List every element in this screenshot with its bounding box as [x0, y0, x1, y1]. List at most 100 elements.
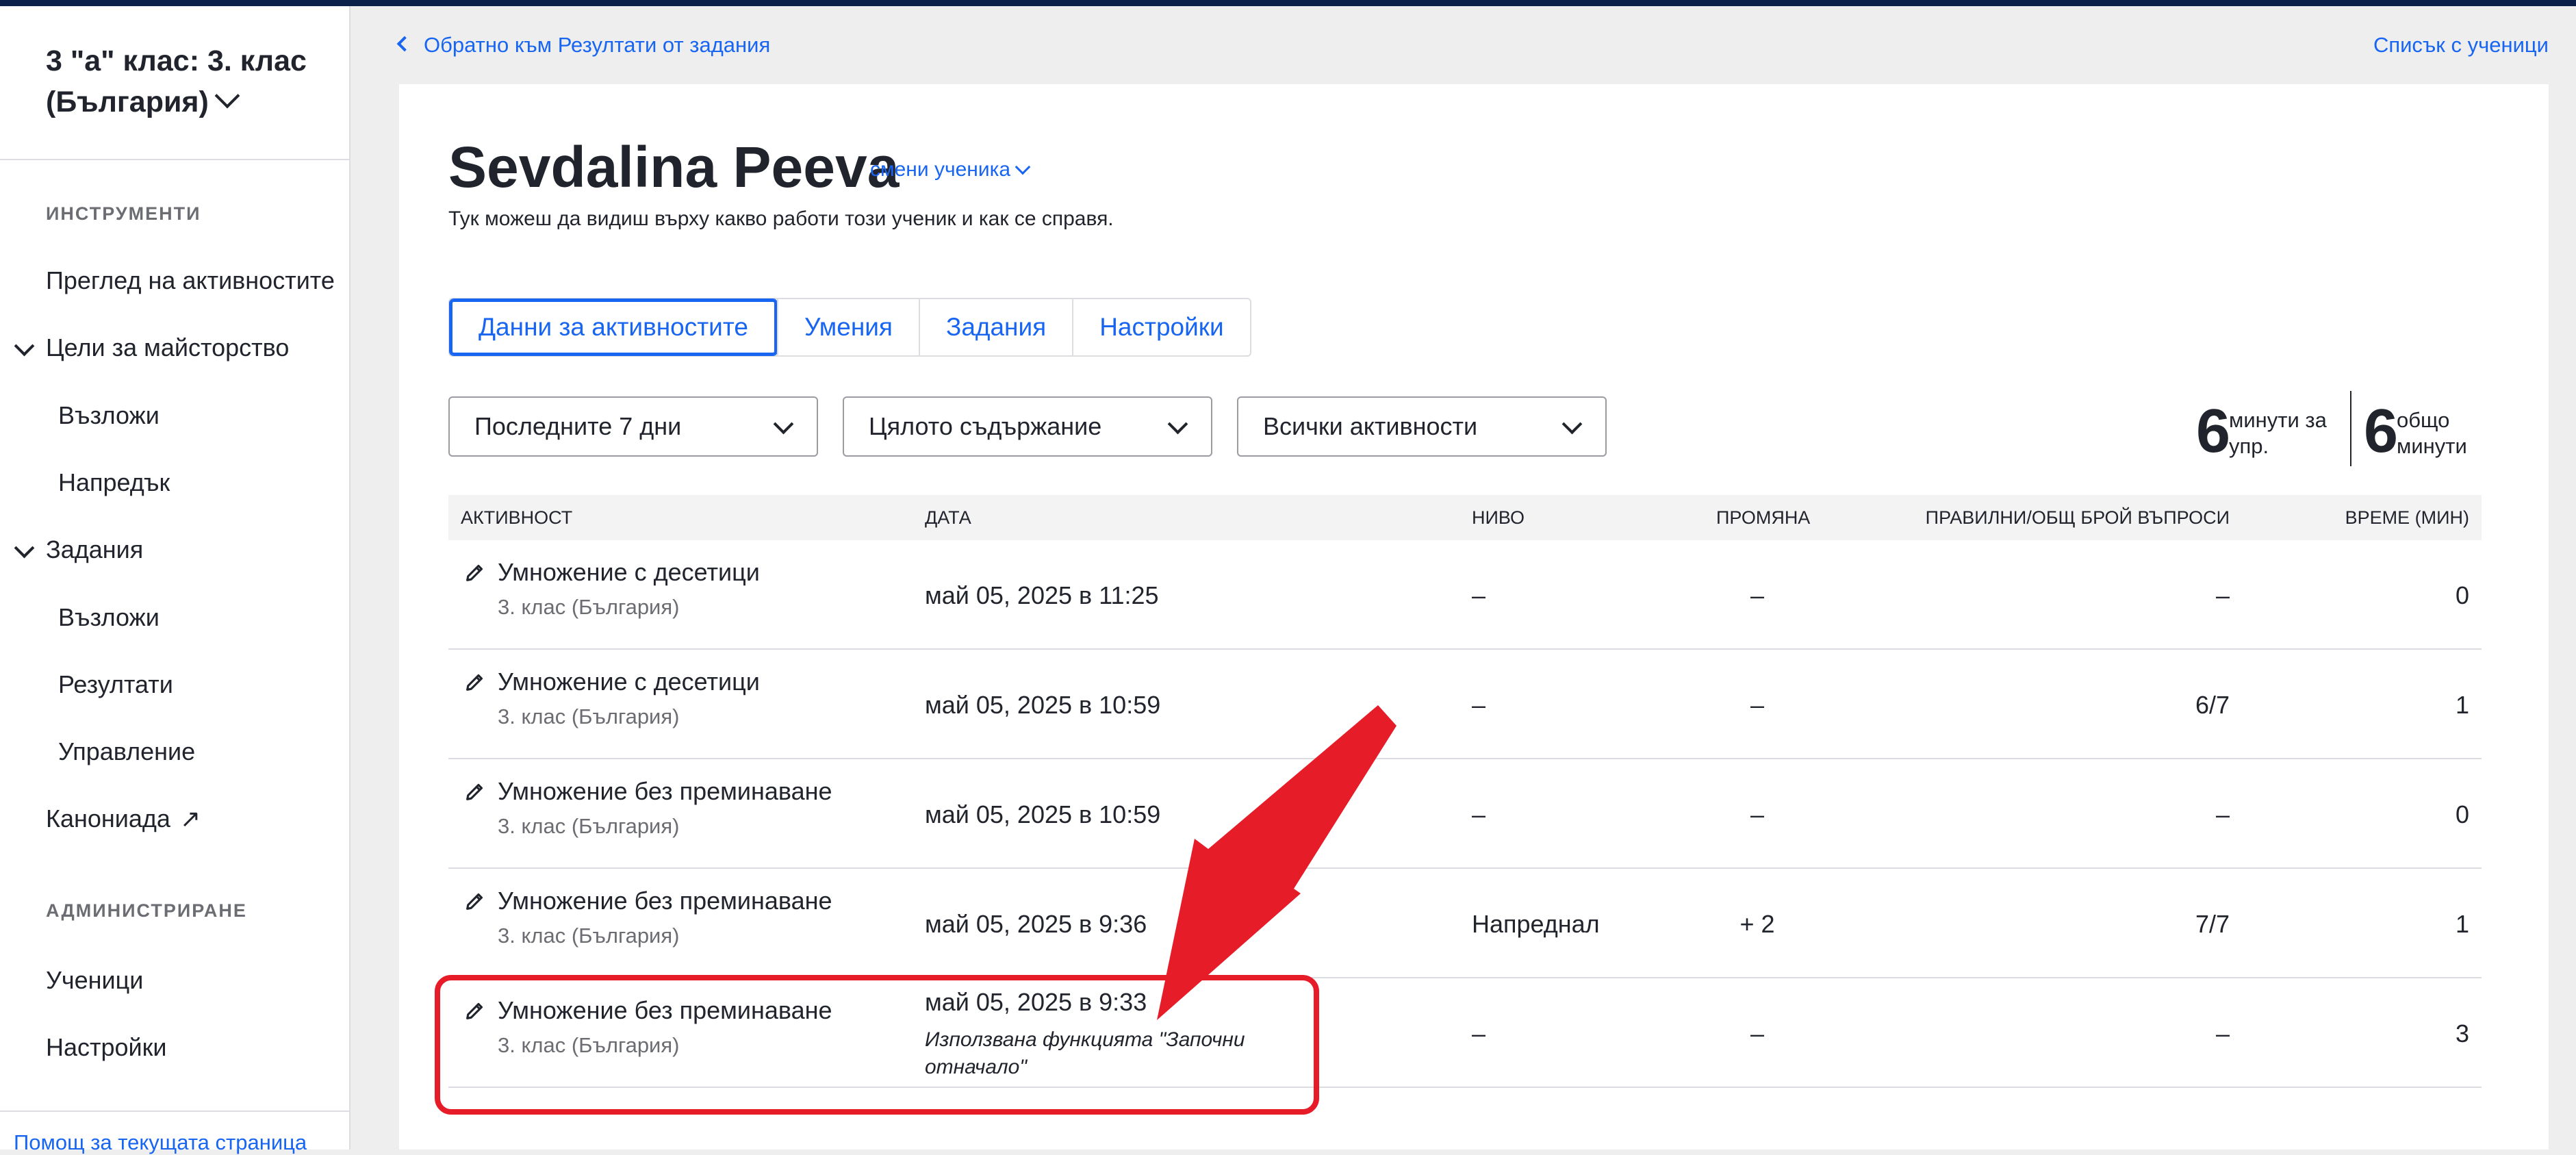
sidebar-divider: [0, 159, 349, 160]
chevron-down-icon: [214, 83, 240, 109]
sidebar: 3 "а" клас: 3. клас (България) ИНСТРУМЕН…: [0, 6, 350, 1154]
activity-change: –: [1750, 1019, 1765, 1048]
activity-title[interactable]: Умножение с десетици: [498, 668, 760, 696]
sidebar-item-assignments-assign[interactable]: Възложи: [58, 603, 160, 632]
sidebar-item-management[interactable]: Управление: [58, 737, 195, 766]
total-minutes-value: 6: [2364, 397, 2399, 466]
external-link-icon: ↗: [179, 804, 201, 833]
back-to-results-link[interactable]: Обратно към Резултати от задания: [396, 33, 770, 58]
pencil-icon: [466, 674, 483, 691]
table-row: Умножение без преминаване 3. клас (Бълга…: [448, 869, 2482, 978]
help-link[interactable]: Помощ за текущата страница: [14, 1130, 307, 1155]
total-minutes-label: общо минути: [2397, 407, 2467, 459]
activity-title[interactable]: Умножение без преминаване: [498, 887, 832, 915]
activity-level: –: [1472, 581, 1486, 609]
column-header-time: ВРЕМЕ (МИН): [2345, 507, 2469, 528]
annotation-highlight-box: [435, 975, 1319, 1115]
period-select[interactable]: Последните 7 дни: [448, 396, 818, 457]
table-row: Умножение с десетици 3. клас (България) …: [448, 650, 2482, 759]
activity-level: –: [1472, 691, 1486, 719]
sidebar-item-mastery-assign[interactable]: Възложи: [58, 401, 160, 430]
activities-select[interactable]: Всички активности: [1237, 396, 1607, 457]
admin-section-label: АДМИНИСТРИРАНЕ: [46, 900, 247, 921]
exercise-label-line2: упр.: [2229, 434, 2269, 458]
activity-correct: 6/7: [2195, 691, 2230, 719]
class-title: 3 "а" клас: 3. клас (България): [46, 45, 307, 118]
table-row: Умножение с десетици 3. клас (България) …: [448, 540, 2482, 650]
activity-level: Напреднал: [1472, 910, 1600, 938]
table-header: АКТИВНОСТ ДАТА НИВО ПРОМЯНА ПРАВИЛНИ/ОБЩ…: [448, 495, 2482, 540]
activity-time: 3: [2455, 1019, 2469, 1048]
activity-date: май 05, 2025 в 10:59: [925, 800, 1161, 828]
column-header-level: НИВО: [1472, 507, 1525, 528]
activity-date: май 05, 2025 в 9:36: [925, 910, 1147, 938]
tab-assignments[interactable]: Задания: [918, 299, 1072, 355]
activity-change: –: [1750, 581, 1765, 609]
exercise-minutes-label: минути за упр.: [2229, 407, 2327, 459]
activity-correct: –: [2215, 581, 2230, 609]
activity-correct: 7/7: [2195, 910, 2230, 938]
activity-level: –: [1472, 800, 1486, 828]
column-header-change: ПРОМЯНА: [1716, 507, 1811, 528]
total-label-line2: минути: [2397, 434, 2467, 458]
sidebar-item-canoniada[interactable]: Канониада ↗: [46, 804, 201, 833]
chevron-down-icon: [14, 335, 35, 357]
change-student-dropdown[interactable]: смени ученика: [870, 158, 1031, 181]
sidebar-item-progress[interactable]: Напредък: [58, 468, 170, 497]
content-select-value: Цялото съдържание: [869, 412, 1102, 440]
students-list-link[interactable]: Списък с ученици: [2373, 33, 2549, 58]
page-subtitle: Тук можеш да видиш върху какво работи то…: [448, 207, 1114, 230]
chevron-down-icon: [773, 414, 794, 435]
tab-bar: Данни за активностите Умения Задания Нас…: [448, 298, 1251, 357]
activity-change: + 2: [1739, 910, 1775, 938]
activity-level: –: [1472, 1019, 1486, 1048]
tab-skills[interactable]: Умения: [776, 299, 919, 355]
activity-time: 1: [2455, 910, 2469, 938]
activity-date: май 05, 2025 в 10:59: [925, 691, 1161, 719]
activity-date: май 05, 2025 в 11:25: [925, 581, 1159, 609]
tab-activity-data[interactable]: Данни за активностите: [450, 299, 777, 355]
sidebar-item-activity-overview[interactable]: Преглед на активностите: [46, 266, 335, 295]
activity-course: 3. клас (България): [498, 595, 680, 619]
chevron-down-icon: [1561, 414, 1583, 435]
chevron-down-icon: [1167, 414, 1188, 435]
sidebar-item-results[interactable]: Резултати: [58, 670, 173, 699]
change-student-label: смени ученика: [870, 158, 1011, 181]
sidebar-item-assignments[interactable]: Задания: [14, 535, 143, 564]
sidebar-item-settings[interactable]: Настройки: [46, 1033, 167, 1062]
pencil-icon: [466, 893, 483, 910]
chevron-down-icon: [1015, 159, 1031, 175]
activity-change: –: [1750, 800, 1765, 828]
exercise-minutes-value: 6: [2196, 397, 2231, 466]
tools-section-label: ИНСТРУМЕНТИ: [46, 203, 201, 224]
content-select[interactable]: Цялото съдържание: [843, 396, 1212, 457]
sidebar-item-label: Цели за майсторство: [46, 333, 290, 361]
sidebar-item-mastery-goals[interactable]: Цели за майсторство: [14, 333, 290, 362]
activity-time: 1: [2455, 691, 2469, 719]
class-selector[interactable]: 3 "а" клас: 3. клас (България): [46, 40, 333, 123]
sidebar-item-label: Канониада: [46, 804, 170, 833]
activity-course: 3. клас (България): [498, 705, 680, 728]
student-name: Sevdalina Peeva: [448, 135, 900, 199]
pencil-icon: [466, 564, 483, 581]
column-header-correct: ПРАВИЛНИ/ОБЩ БРОЙ ВЪПРОСИ: [1925, 507, 2230, 528]
activity-course: 3. клас (България): [498, 924, 680, 948]
period-select-value: Последните 7 дни: [474, 412, 682, 440]
stat-divider: [2350, 391, 2351, 466]
chevron-left-icon: [396, 36, 413, 52]
tab-settings[interactable]: Настройки: [1072, 299, 1249, 355]
column-header-date: ДАТА: [925, 507, 971, 528]
activity-course: 3. клас (България): [498, 814, 680, 838]
activities-select-value: Всички активности: [1263, 412, 1478, 440]
activity-title[interactable]: Умножение с десетици: [498, 558, 760, 587]
activity-change: –: [1750, 691, 1765, 719]
sidebar-item-students[interactable]: Ученици: [46, 966, 143, 995]
chevron-down-icon: [14, 537, 35, 559]
exercise-label-line1: минути за: [2229, 408, 2327, 432]
sidebar-divider: [0, 1110, 349, 1112]
activity-title[interactable]: Умножение без преминаване: [498, 777, 832, 806]
activity-correct: –: [2215, 1019, 2230, 1048]
pencil-icon: [466, 783, 483, 800]
activity-time: 0: [2455, 800, 2469, 828]
top-bar: [0, 0, 2576, 6]
